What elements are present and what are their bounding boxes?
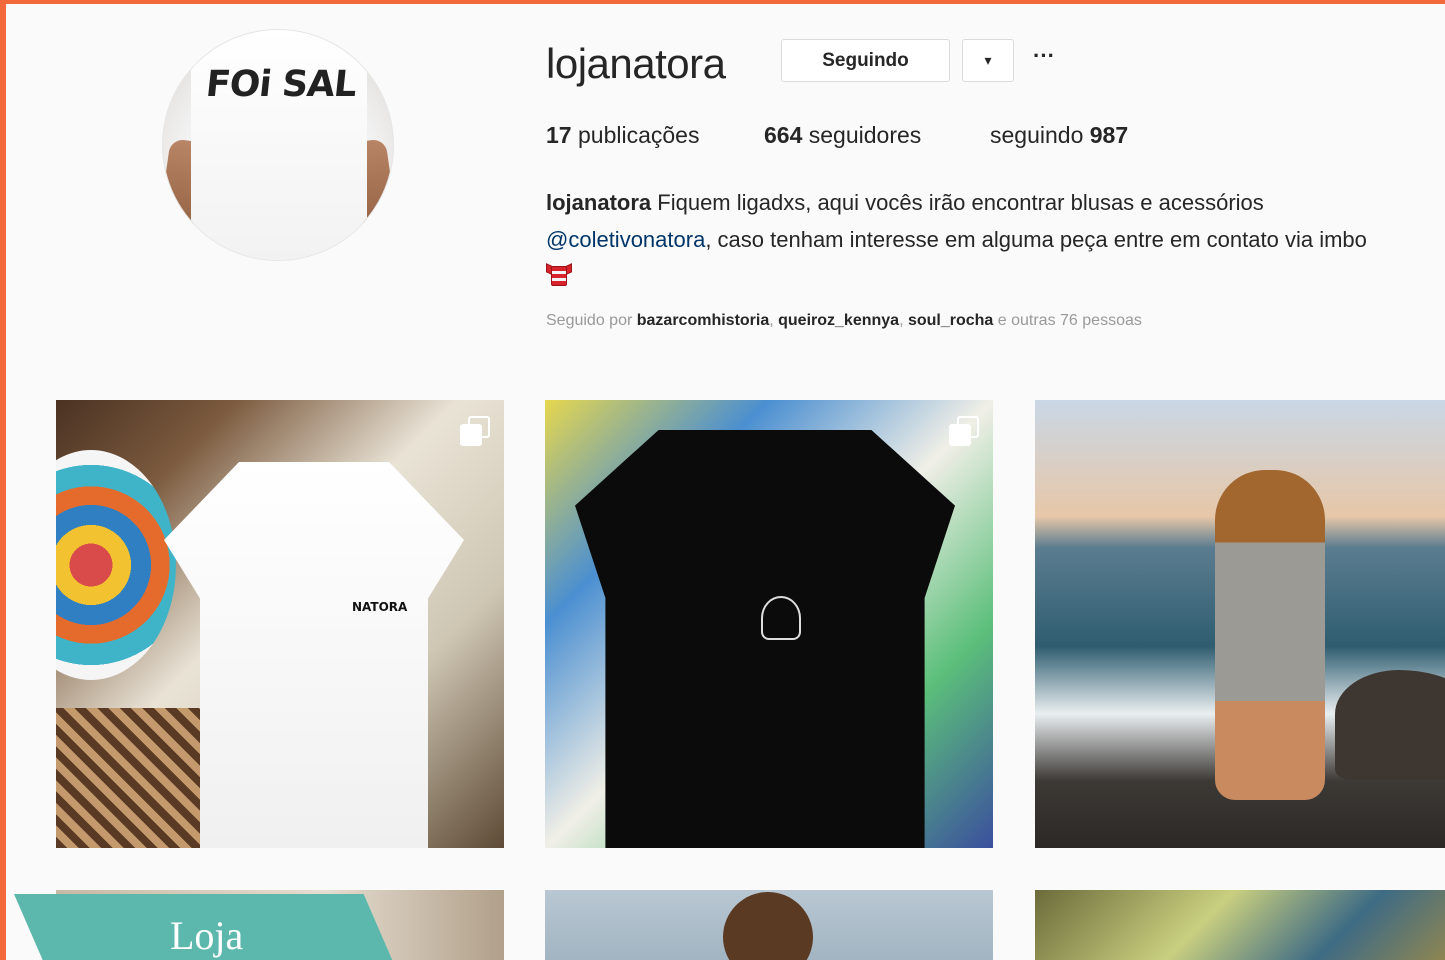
bio-line-3 — [546, 258, 1445, 295]
tshirt-print: NATORA — [352, 600, 408, 614]
bio-text-2: , caso tenham interesse em alguma peça e… — [705, 227, 1367, 252]
carousel-icon — [949, 416, 979, 446]
following-label: seguindo — [990, 122, 1084, 148]
loja-banner: Loja — [14, 894, 394, 960]
followers-stat[interactable]: 664 seguidores — [764, 122, 921, 149]
profile-bio: lojanatora Fiquem ligadxs, aqui vocês ir… — [546, 184, 1445, 295]
followed-by: Seguido por bazarcomhistoria, queiroz_ke… — [546, 312, 1142, 329]
profile-avatar[interactable]: FOi SAL — [162, 29, 394, 261]
post-thumbnail[interactable] — [1035, 890, 1445, 960]
white-tshirt — [164, 462, 464, 848]
posts-stat: 17 publicações — [546, 122, 699, 149]
person-head — [723, 892, 813, 960]
bio-mention-link[interactable]: @coletivonatora — [546, 227, 705, 252]
posts-count: 17 — [546, 122, 572, 148]
following-stat[interactable]: seguindo 987 — [990, 122, 1128, 149]
followed-by-user[interactable]: queiroz_kennya — [778, 312, 899, 329]
avatar-print-text: FOi SAL — [203, 64, 359, 105]
following-button[interactable]: Seguindo — [781, 39, 950, 82]
post-thumbnail[interactable] — [1035, 400, 1445, 848]
shirt-emoji-icon — [546, 262, 572, 288]
mandala-wall-art — [56, 450, 176, 680]
profile-username: lojanatora — [546, 40, 726, 87]
bio-text-1: Fiquem ligadxs, aqui vocês irão encontra… — [657, 190, 1264, 215]
bio-line-1: lojanatora Fiquem ligadxs, aqui vocês ir… — [546, 184, 1445, 221]
more-options-icon[interactable]: ··· — [1028, 44, 1060, 76]
carousel-icon — [460, 416, 490, 446]
followers-label: seguidores — [808, 122, 922, 148]
posts-label: publicações — [577, 122, 700, 148]
chevron-down-icon[interactable]: ▾ — [962, 39, 1014, 82]
smiling-woman — [1215, 470, 1325, 800]
banner-label: Loja — [170, 913, 244, 958]
bio-name: lojanatora — [546, 190, 652, 215]
followed-by-user[interactable]: soul_rocha — [908, 312, 993, 329]
followed-by-suffix[interactable]: e outras 76 pessoas — [998, 312, 1142, 329]
followed-by-user[interactable]: bazarcomhistoria — [637, 312, 769, 329]
post-thumbnail[interactable] — [545, 400, 993, 848]
tshirt-logo — [761, 596, 801, 640]
post-thumbnail[interactable] — [545, 890, 993, 960]
profile-page: FOi SAL lojanatora Seguindo ▾ ··· 17 pub… — [6, 4, 1445, 960]
post-thumbnail[interactable]: NATORA — [56, 400, 504, 848]
followers-count: 664 — [764, 122, 803, 148]
following-count: 987 — [1089, 122, 1129, 148]
bio-line-2: @coletivonatora, caso tenham interesse e… — [546, 221, 1445, 258]
beach-rock — [1335, 670, 1445, 780]
followed-by-prefix: Seguido por — [546, 312, 633, 329]
